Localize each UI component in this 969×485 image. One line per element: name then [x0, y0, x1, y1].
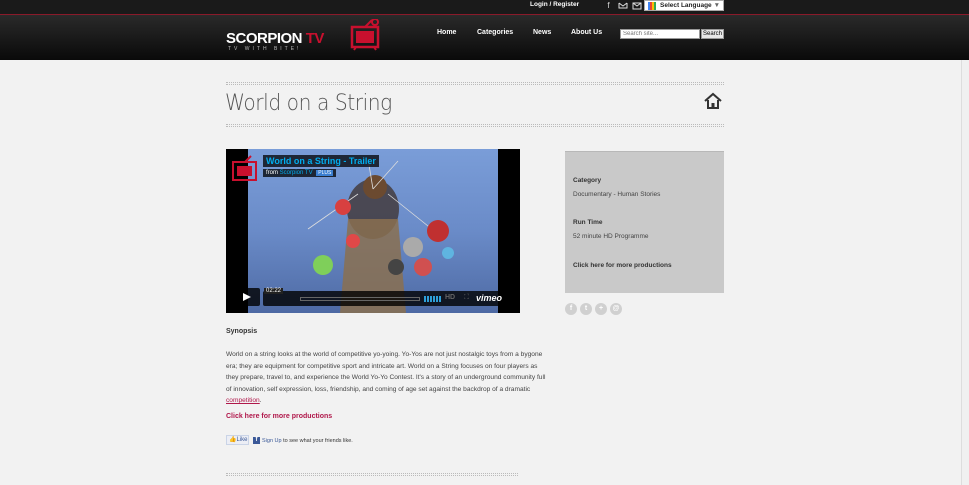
facebook-signup-link[interactable]: Sign Up — [262, 438, 282, 444]
site-logo[interactable]: SCORPION TV TV WITH BITE! — [226, 30, 325, 52]
facebook-icon[interactable]: f — [603, 1, 614, 11]
sidebar-more-productions-link[interactable]: Click here for more productions — [573, 262, 672, 269]
video-byline: from Scorpion TV PLUS — [263, 169, 337, 177]
facebook-icon: f — [253, 437, 260, 444]
nav-home[interactable]: Home — [437, 29, 456, 36]
synopsis-heading: Synopsis — [226, 328, 258, 335]
top-bar: Login / Register f Select Language ▼ — [0, 0, 969, 14]
video-time: 02:22 — [264, 288, 284, 294]
vimeo-logo[interactable]: vimeo — [476, 293, 502, 303]
site-header: SCORPION TV TV WITH BITE! Home Categorie… — [0, 14, 969, 60]
synopsis-end: . — [259, 397, 262, 404]
volume-icon[interactable] — [424, 296, 442, 302]
page-title: World on a String — [225, 91, 392, 116]
fullscreen-icon[interactable]: ⛶ — [464, 294, 469, 302]
google-translate-icon — [648, 2, 656, 10]
nav-about-us[interactable]: About Us — [571, 29, 602, 36]
video-progress-bar[interactable] — [300, 297, 420, 301]
facebook-like-button[interactable]: 👍Like — [226, 435, 249, 445]
like-label: Like — [236, 437, 248, 443]
divider — [226, 124, 724, 127]
play-button[interactable] — [232, 288, 260, 306]
facebook-signup: f Sign Up to see what your friends like. — [253, 437, 353, 444]
logo-tagline: TV WITH BITE! — [228, 46, 302, 52]
facebook-signup-text: to see what your friends like. — [281, 437, 353, 444]
video-from-label: from — [266, 170, 278, 176]
category-value: Documentary - Human Stories — [573, 191, 661, 198]
synopsis-body: World on a string looks at the world of … — [226, 351, 546, 393]
twitter-icon[interactable] — [617, 1, 628, 11]
channel-logo-icon — [232, 155, 257, 181]
search-button[interactable]: Search — [701, 29, 724, 39]
category-label: Category — [573, 177, 602, 184]
nav-categories[interactable]: Categories — [477, 29, 513, 36]
video-author-link[interactable]: Scorpion TV — [280, 170, 313, 176]
video-player[interactable]: World on a String - Trailer from Scorpio… — [226, 149, 520, 313]
plus-badge: PLUS — [316, 170, 334, 176]
scrollbar[interactable] — [961, 60, 969, 485]
email-icon[interactable] — [631, 1, 642, 11]
logo-text-accent: TV — [305, 30, 325, 47]
twitter-icon[interactable]: t — [580, 303, 592, 315]
runtime-value: 52 minute HD Programme — [573, 233, 649, 240]
nav-news[interactable]: News — [533, 29, 551, 36]
logo-text: SCORPION — [226, 30, 303, 47]
facebook-icon[interactable]: f — [565, 303, 577, 315]
email-icon[interactable]: @ — [610, 303, 622, 315]
language-select[interactable]: Select Language ▼ — [644, 0, 724, 11]
divider — [226, 473, 518, 476]
language-select-label: Select Language — [660, 2, 712, 9]
login-register-link[interactable]: Login / Register — [530, 1, 579, 8]
production-info-panel: Category Documentary - Human Stories Run… — [565, 151, 724, 293]
google-plus-icon[interactable]: + — [595, 303, 607, 315]
divider — [226, 82, 724, 85]
synopsis-text: World on a string looks at the world of … — [226, 349, 548, 407]
competition-link[interactable]: competition — [226, 397, 260, 404]
tv-logo-icon — [350, 19, 380, 51]
chevron-down-icon: ▼ — [713, 2, 720, 9]
home-icon[interactable] — [703, 92, 723, 110]
runtime-label: Run Time — [573, 219, 603, 226]
more-productions-link[interactable]: Click here for more productions — [226, 413, 332, 420]
video-title[interactable]: World on a String - Trailer — [263, 155, 379, 167]
search-input[interactable] — [620, 29, 700, 39]
hd-button[interactable]: HD — [445, 294, 455, 301]
